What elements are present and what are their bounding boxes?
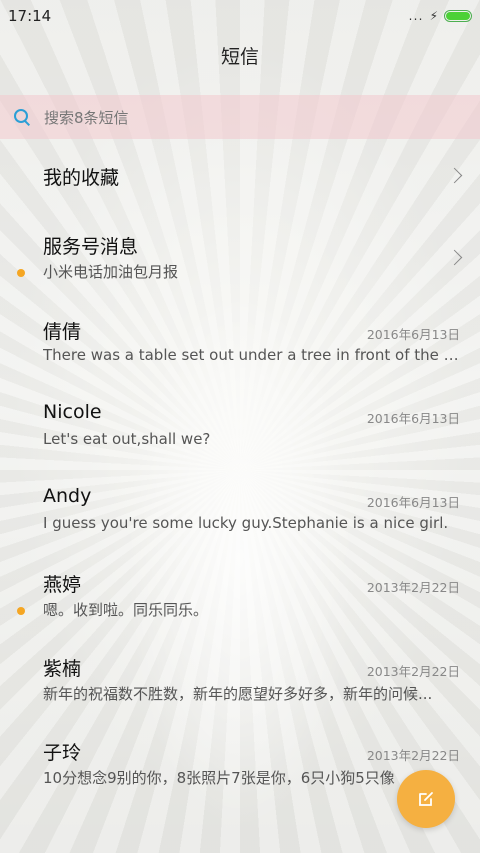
conversation-name: 燕婷 (43, 573, 82, 596)
conversation-row[interactable]: 紫楠新年的祝福数不胜数，新年的愿望好多好多，新年的问候... 2013年2月22日 (0, 654, 480, 738)
conversation-preview: I guess you're some lucky guy.Stephanie … (43, 514, 449, 533)
conversation-row[interactable]: 倩倩 There was a table set out under a tree… (0, 317, 480, 401)
conversation-name: 服务号消息 (43, 236, 139, 259)
chevron-right-icon (446, 167, 463, 184)
signal-dots-icon: ․․․ (408, 9, 424, 23)
conversation-name: 倩倩 (43, 320, 82, 343)
conversation-row[interactable]: Andy I guess you're some lucky guy.Stepha… (0, 485, 480, 569)
status-icons: ․․․ ⚡ (409, 9, 472, 23)
conversation-name: Nicole (43, 400, 102, 423)
conversation-preview: There was a table set out under a tree i… (43, 345, 459, 364)
unread-dot-icon (17, 269, 25, 278)
search-icon (14, 109, 30, 125)
compose-button[interactable] (397, 770, 455, 828)
conversation-date: 2016年6月13日 (366, 326, 460, 342)
compose-icon (419, 792, 433, 806)
status-bar: 17:14 ․․․ ⚡ (0, 0, 480, 32)
conversation-preview: 10分想念9别的你，8张照片7张是你，6只小狗5只像 (43, 769, 395, 788)
conversation-date: 2013年2月22日 (366, 579, 460, 595)
conversation-name: 我的收藏 (43, 167, 120, 189)
conversation-date: 2016年6月13日 (366, 410, 460, 426)
battery-level (446, 12, 470, 20)
conversation-name: 紫楠 (43, 657, 82, 680)
conversation-date: 2013年2月22日 (366, 663, 460, 679)
search-placeholder: 搜索8条短信 (44, 108, 129, 127)
conversation-row[interactable]: 燕婷嗯。收到啦。同乐同乐。 2013年2月22日 (0, 570, 480, 654)
conversation-preview: 小米电话加油包月报 (43, 263, 179, 282)
conversation-name: Andy (43, 485, 92, 508)
conversation-row[interactable]: 服务号消息小米电话加油包月报 (0, 232, 480, 316)
conversation-preview: 新年的祝福数不胜数，新年的愿望好多好多，新年的问候... (43, 684, 433, 703)
page-title: 短信 (220, 46, 259, 68)
status-time: 17:14 (8, 7, 52, 25)
battery-icon (444, 10, 472, 22)
unread-dot-icon (17, 606, 25, 615)
conversation-row[interactable]: Nicole Let's eat out,shall we? 2016年6月13日 (0, 401, 480, 485)
search-bar[interactable]: 搜索8条短信 (0, 95, 480, 139)
conversation-preview: Let's eat out,shall we? (43, 429, 211, 448)
conversation-date: 2016年6月13日 (366, 495, 460, 511)
conversation-row[interactable]: 我的收藏 (0, 148, 480, 232)
conversation-preview: 嗯。收到啦。同乐同乐。 (43, 600, 209, 619)
conversation-name: 子玲 (43, 742, 82, 765)
conversation-date: 2013年2月22日 (366, 748, 460, 764)
charging-icon: ⚡ (429, 9, 438, 23)
